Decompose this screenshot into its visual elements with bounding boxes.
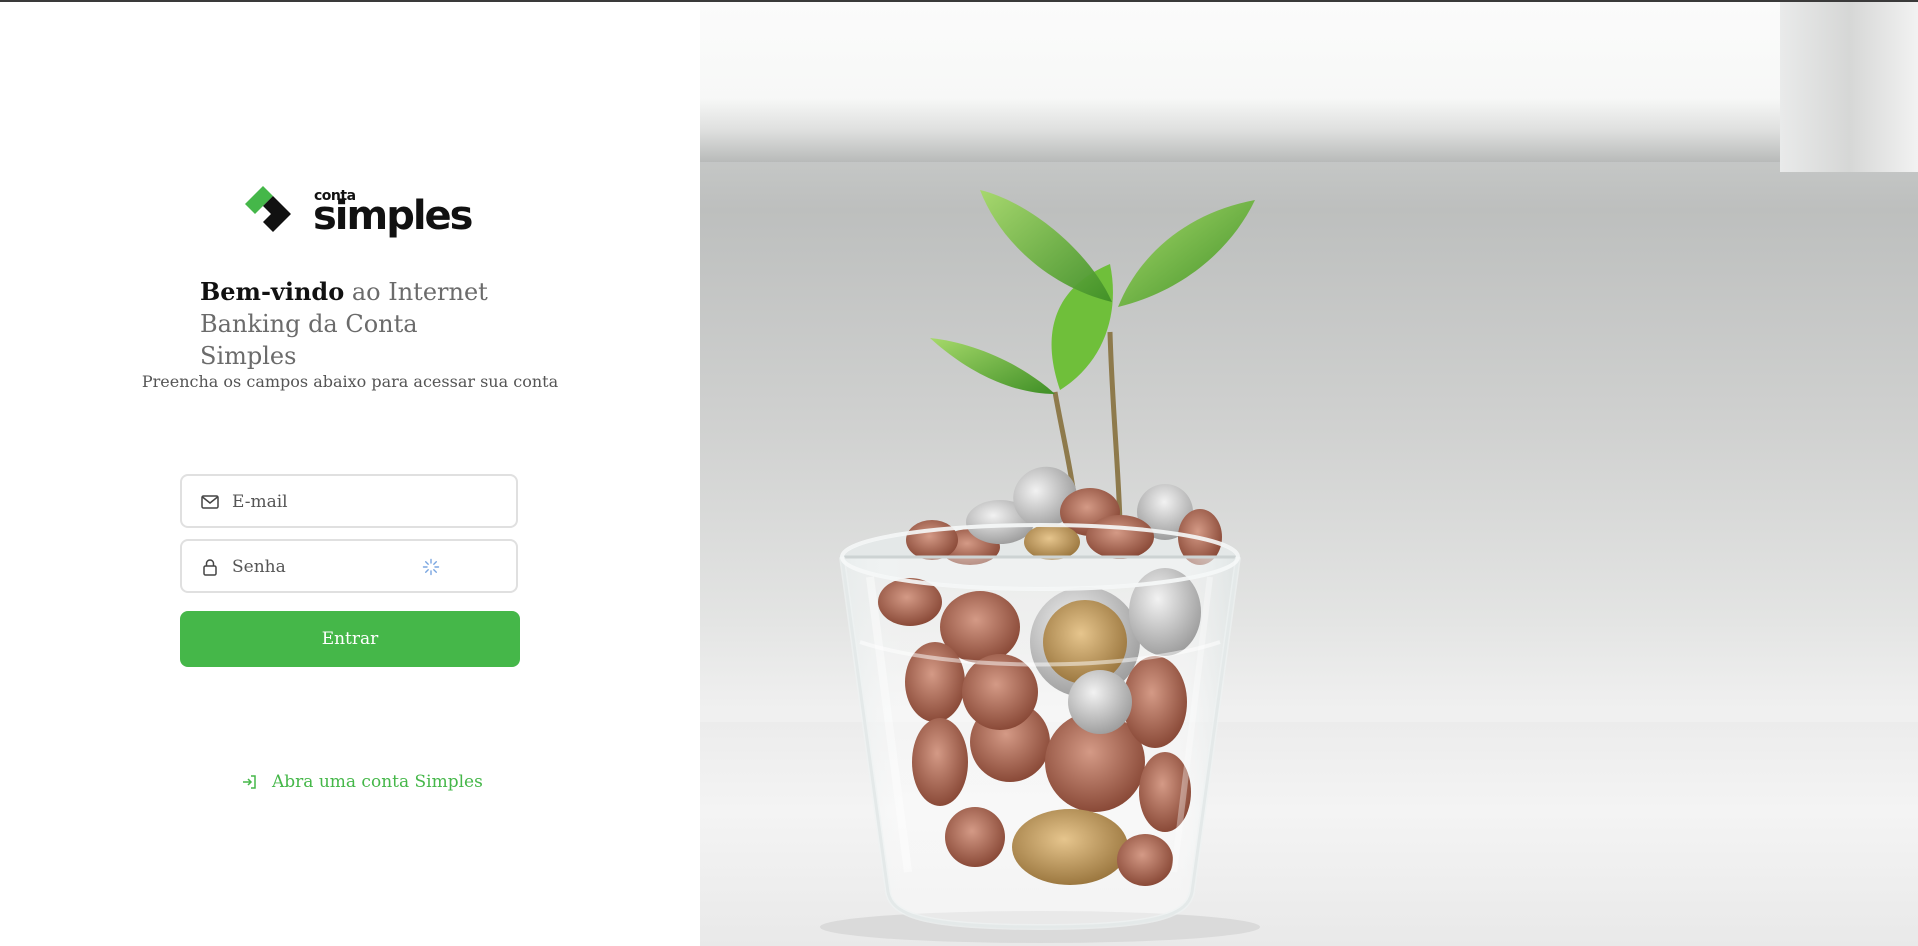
password-field[interactable] xyxy=(180,539,518,593)
welcome-heading: Bem-vindo ao Internet Banking da Conta S… xyxy=(200,276,520,372)
email-field[interactable] xyxy=(180,474,518,528)
conta-simples-logo: conta simples xyxy=(241,182,473,238)
hero-photo-plant-coins xyxy=(700,2,1918,946)
login-panel: conta simples Bem-vindo ao Internet Bank… xyxy=(0,2,700,946)
loading-spinner-icon xyxy=(422,558,440,576)
open-account-label: Abra uma conta Simples xyxy=(272,772,483,792)
plant-in-coin-jar-illustration xyxy=(820,190,1260,943)
logo-mark-icon xyxy=(245,186,291,232)
logo-word-simples: simples xyxy=(313,193,473,239)
lock-icon xyxy=(203,559,217,576)
login-subtitle: Preencha os campos abaixo para acessar s… xyxy=(141,372,559,391)
login-button[interactable]: Entrar xyxy=(180,611,520,667)
welcome-strong: Bem-vindo xyxy=(200,277,345,306)
mail-icon xyxy=(201,495,219,509)
password-input[interactable] xyxy=(230,551,494,583)
open-account-link[interactable]: Abra uma conta Simples xyxy=(240,770,483,794)
sign-in-arrow-icon xyxy=(243,775,256,789)
email-input[interactable] xyxy=(230,486,494,518)
